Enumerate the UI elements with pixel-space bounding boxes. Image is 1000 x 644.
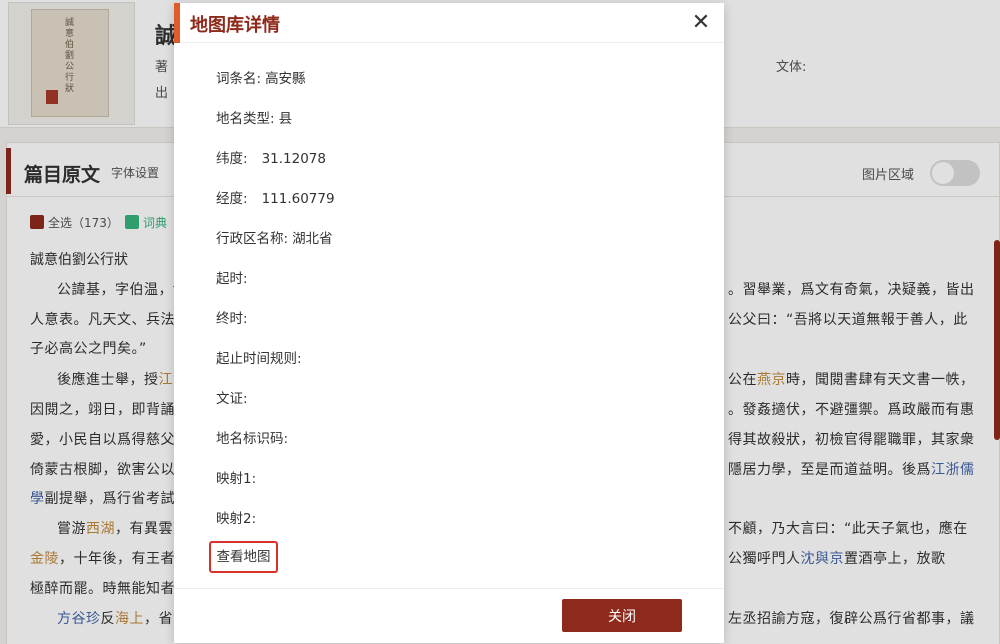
close-button[interactable]: 关闭: [562, 599, 682, 632]
field-place-type: 地名类型: 县: [216, 107, 292, 127]
field-label: 文证:: [216, 391, 248, 407]
field-value: 111.60779: [261, 191, 335, 207]
field-mapping-2: 映射2:: [216, 507, 256, 527]
field-place-code: 地名标识码:: [216, 427, 288, 447]
field-entry-name: 词条名: 高安縣: [216, 67, 306, 87]
dialog-header: 地图库详情 ✕: [174, 3, 724, 43]
field-start-time: 起时:: [216, 267, 248, 287]
field-mapping-1: 映射1:: [216, 467, 256, 487]
field-value: 县: [278, 111, 293, 127]
field-label: 地名标识码:: [216, 431, 289, 447]
field-label: 经度:: [216, 191, 248, 207]
field-value: 湖北省: [292, 231, 333, 247]
field-evidence: 文证:: [216, 387, 248, 407]
map-detail-dialog: 地图库详情 ✕ 词条名: 高安縣 地名类型: 县 纬度: 31.12078 经度: 11…: [174, 3, 724, 643]
field-latitude: 纬度: 31.12078: [216, 147, 326, 167]
field-label: 地名类型:: [216, 111, 275, 127]
field-label: 词条名:: [216, 71, 262, 87]
close-icon[interactable]: ✕: [688, 10, 714, 36]
field-value: 31.12078: [261, 151, 326, 167]
dialog-accent-bar: [174, 3, 180, 43]
field-label: 起止时间规则:: [216, 351, 302, 367]
field-admin-region: 行政区名称: 湖北省: [216, 227, 333, 247]
field-label: 纬度:: [216, 151, 248, 167]
field-label: 映射2:: [216, 511, 257, 527]
field-label: 映射1:: [216, 471, 257, 487]
field-longitude: 经度: 111.60779: [216, 187, 335, 207]
view-map-link[interactable]: 查看地图: [209, 541, 278, 573]
field-end-time: 终时:: [216, 307, 248, 327]
field-value: 高安縣: [265, 71, 306, 87]
dialog-footer: 关闭: [174, 588, 724, 643]
dialog-title: 地图库详情: [190, 15, 280, 36]
field-time-rule: 起止时间规则:: [216, 347, 302, 367]
field-label: 起时:: [216, 271, 248, 287]
field-label: 行政区名称:: [216, 231, 289, 247]
field-label: 终时:: [216, 311, 248, 327]
